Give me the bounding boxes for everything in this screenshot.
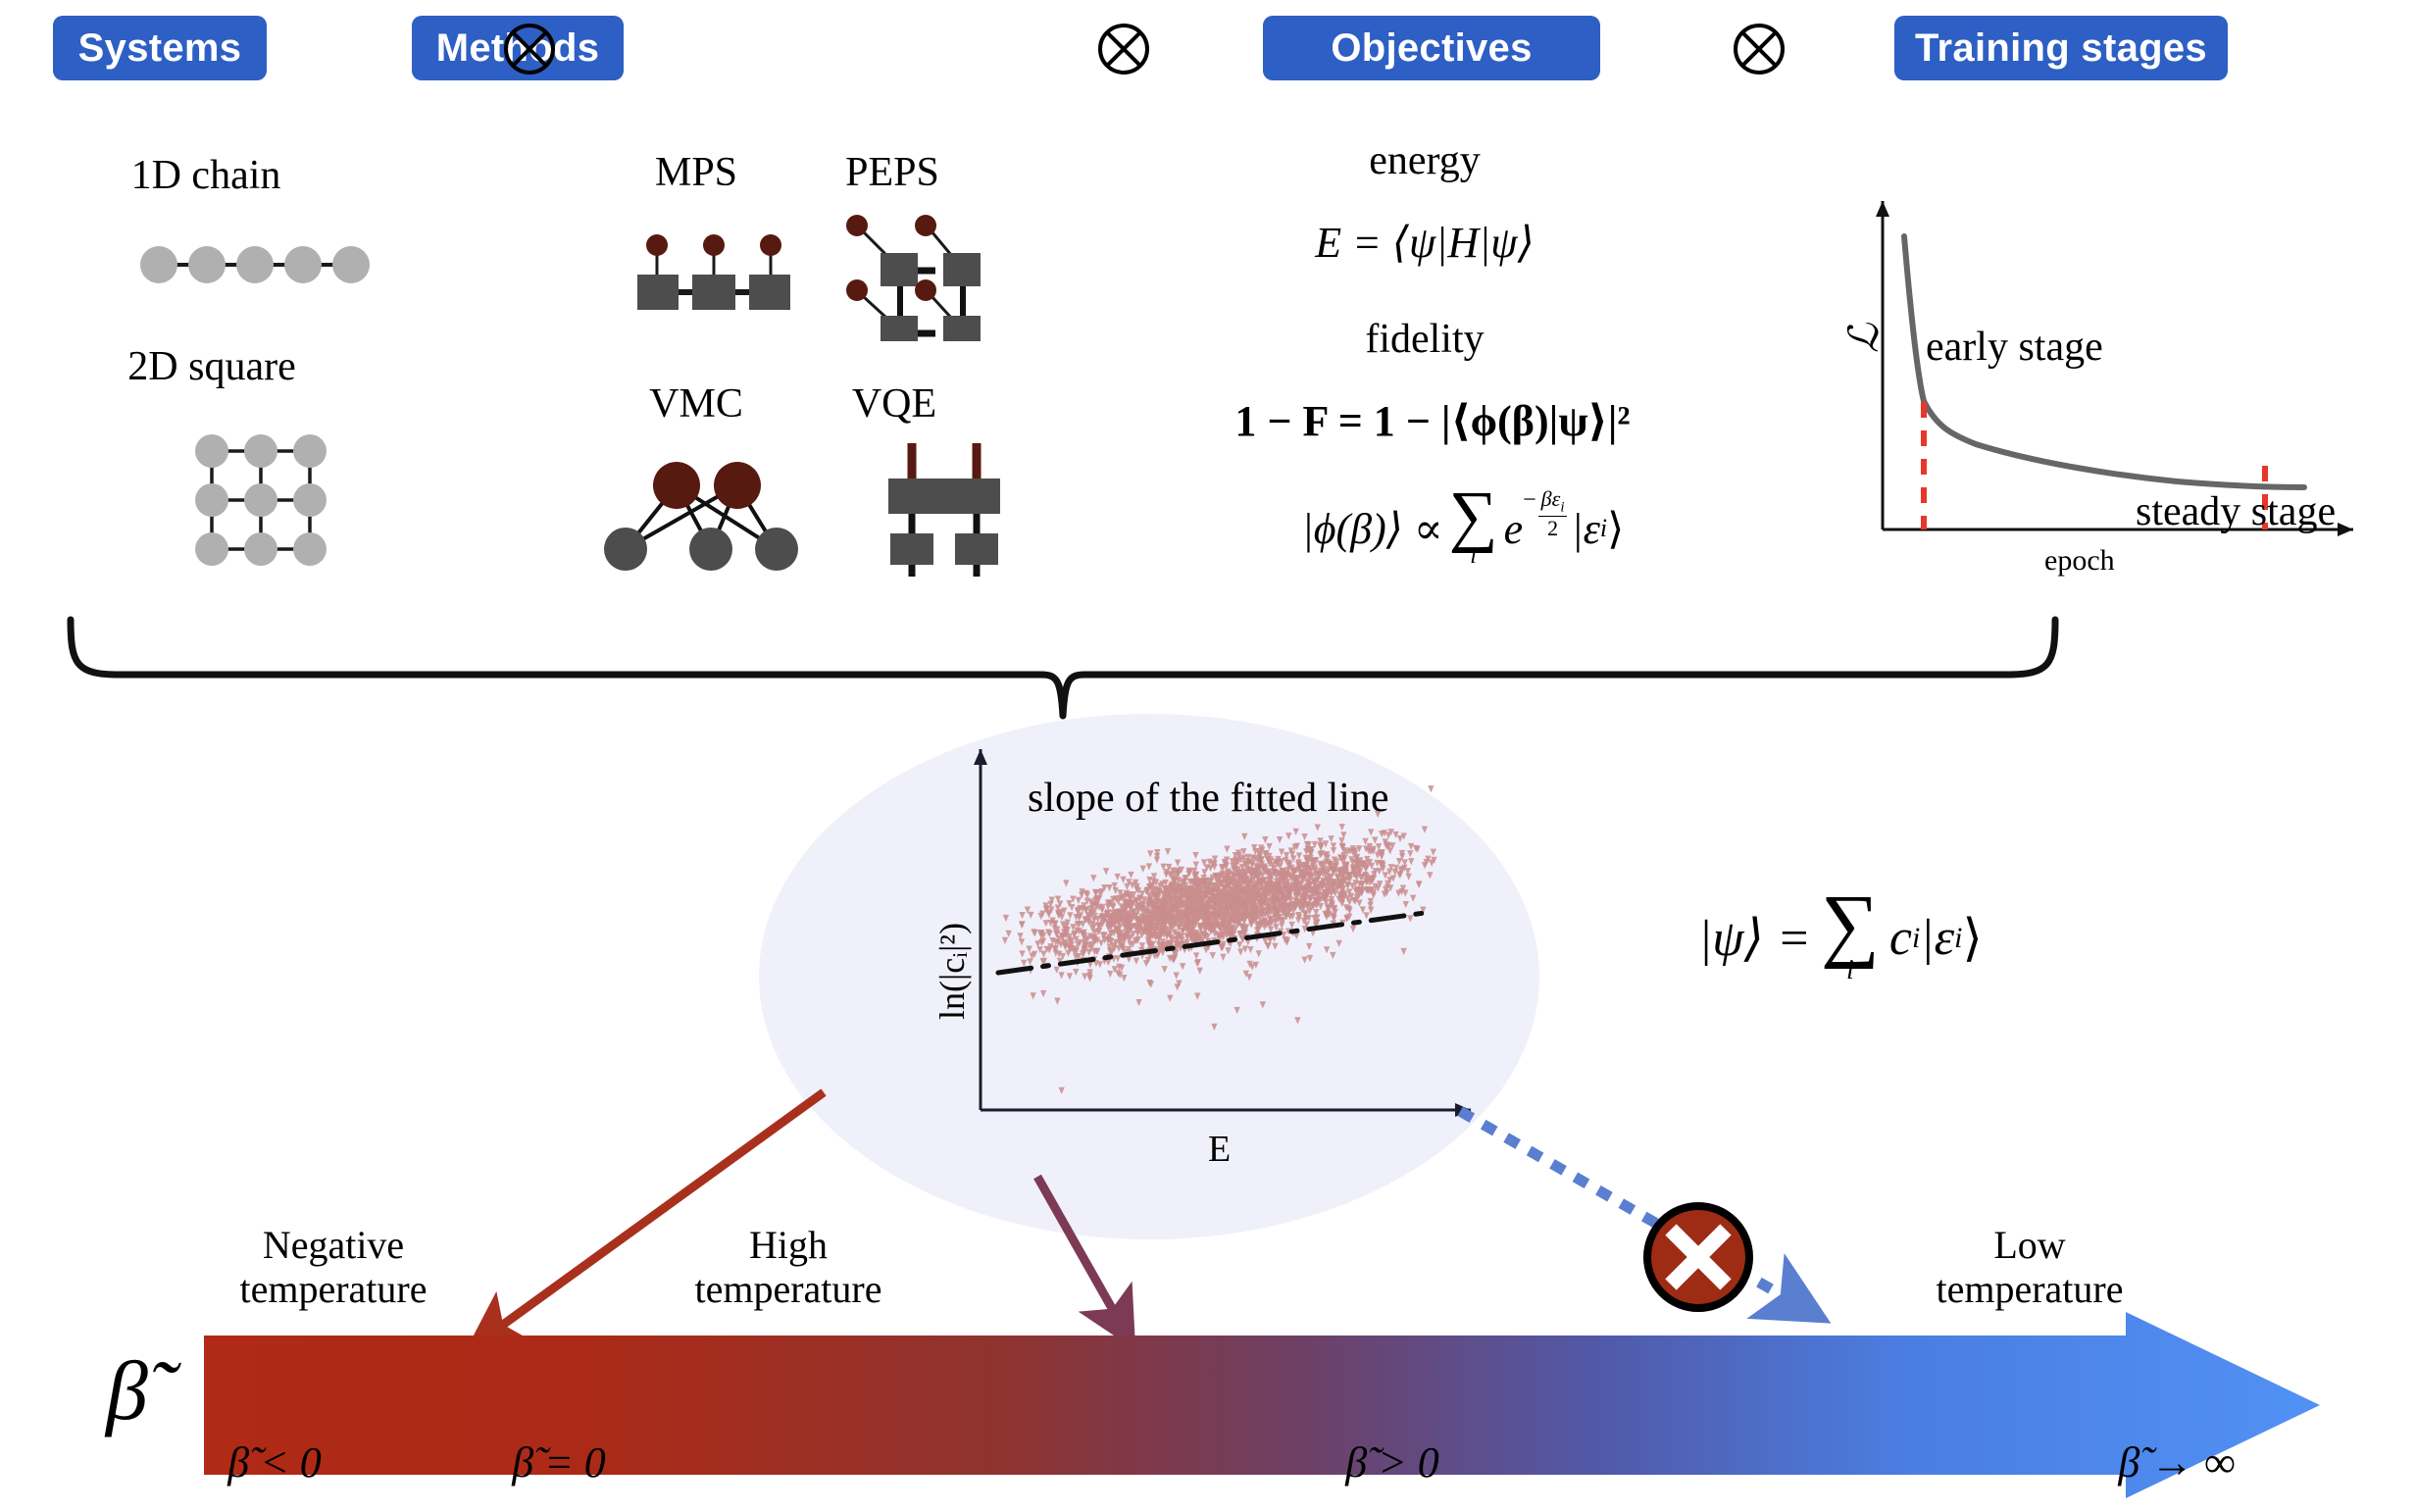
tick-label-beta-to-infinity: β̃ → ∞ xyxy=(2118,1438,2236,1487)
scatter-plot-xlabel: E xyxy=(1208,1129,1232,1170)
tensor-product-icon-3 xyxy=(1732,22,1787,76)
header-training-stages[interactable]: Training stages xyxy=(1894,16,2228,80)
region-label-negative-temperature: Negative temperature xyxy=(167,1223,500,1312)
system-1d-chain-diagram xyxy=(137,240,373,289)
objective-fidelity-formula: 1 − F = 1 − |⟨ϕ(β)|ψ⟩|² xyxy=(1234,397,1631,445)
grouping-brace xyxy=(61,614,2071,722)
objective-energy-label: energy xyxy=(1369,138,1481,183)
state-formula-prefix: |ψ⟩ = xyxy=(1698,910,1811,967)
state-ket-sub: i xyxy=(1954,921,1963,954)
scatter-plot-ylabel: ln(|cᵢ|²) xyxy=(931,923,973,1020)
negative-temperature-line1: Negative xyxy=(262,1223,405,1267)
method-peps-label: PEPS xyxy=(845,150,939,195)
phi-exp-numerator-sub: i xyxy=(1560,499,1565,516)
method-vqe-label: VQE xyxy=(851,381,937,427)
state-sum-index: i xyxy=(1846,954,1854,985)
state-sum-symbol: ∑ xyxy=(1820,879,1880,970)
objective-fidelity-label: fidelity xyxy=(1365,317,1485,362)
high-temperature-line2: temperature xyxy=(694,1266,882,1311)
beta-symbol-text: β̃ xyxy=(106,1343,148,1437)
phi-sum-symbol: ∑ xyxy=(1448,479,1498,554)
region-label-high-temperature: High temperature xyxy=(622,1223,955,1312)
training-chart-early-stage-label: early stage xyxy=(1926,325,2103,370)
phi-ket-sub: i xyxy=(1599,514,1608,543)
high-temperature-line1: High xyxy=(749,1223,828,1267)
tensor-product-icon-2 xyxy=(1096,22,1151,76)
low-temperature-line2: temperature xyxy=(1936,1266,2124,1311)
negative-temperature-line2: temperature xyxy=(239,1266,428,1311)
scatter-plot-title: slope of the fitted line xyxy=(1028,776,1389,821)
system-1d-chain-label: 1D chain xyxy=(130,153,281,198)
header-systems[interactable]: Systems xyxy=(53,16,267,80)
beta-tilde-axis-symbol: β̃ xyxy=(106,1341,148,1439)
low-temperature-line1: Low xyxy=(1993,1223,2066,1267)
training-chart-ylabel: ℒ xyxy=(1842,323,1888,353)
phi-exp-denominator: 2 xyxy=(1547,515,1559,540)
phi-exp-sign: − xyxy=(1523,486,1536,513)
method-vmc-diagram xyxy=(604,446,804,574)
state-expansion-formula: |ψ⟩ = ∑ i c i |ε i ⟩ xyxy=(1698,879,1983,985)
ylabel-text: ln(|cᵢ|²) xyxy=(932,922,972,1020)
state-ket-open: |ε xyxy=(1920,910,1955,967)
tick-label-beta-greater-than-zero: β̃ > 0 xyxy=(1345,1438,1439,1487)
header-objectives[interactable]: Objectives xyxy=(1263,16,1600,80)
method-mps-label: MPS xyxy=(654,150,738,195)
system-2d-square-diagram xyxy=(192,431,329,569)
phi-ket-open: |ε xyxy=(1571,504,1600,553)
tick-label-beta-equals-zero: β̃ = 0 xyxy=(512,1438,606,1487)
objective-phi-formula: |ϕ(β)⟩ ∝ ∑ i e − βεi 2 |ε i ⟩ xyxy=(1237,479,1688,569)
state-coefficient: c xyxy=(1888,910,1912,967)
method-peps-diagram xyxy=(845,214,982,341)
training-chart-steady-stage-label: steady stage xyxy=(2136,489,2337,534)
phi-sum-index: i xyxy=(1470,542,1477,569)
tensor-product-icon-1 xyxy=(502,22,557,76)
state-ket-close: ⟩ xyxy=(1962,910,1983,967)
state-coefficient-sub: i xyxy=(1911,921,1921,954)
system-2d-square-label: 2D square xyxy=(127,344,296,389)
objective-energy-formula: E = ⟨ψ|H|ψ⟩ xyxy=(1315,219,1535,267)
phi-ket-close: ⟩ xyxy=(1607,504,1625,553)
phi-exp-numerator: βε xyxy=(1540,485,1561,511)
phi-exp-base: e xyxy=(1503,504,1524,553)
region-label-low-temperature: Low temperature xyxy=(1863,1223,2196,1312)
method-mps-diagram xyxy=(635,224,792,312)
blocked-stop-icon xyxy=(1639,1198,1757,1316)
method-vmc-label: VMC xyxy=(649,381,743,427)
method-vqe-diagram xyxy=(881,439,1008,577)
training-chart-xlabel: epoch xyxy=(2044,544,2115,577)
tick-label-beta-less-than-zero: β̃ < 0 xyxy=(227,1438,322,1487)
phi-formula-prefix: |ϕ(β)⟩ ∝ xyxy=(1301,504,1443,553)
